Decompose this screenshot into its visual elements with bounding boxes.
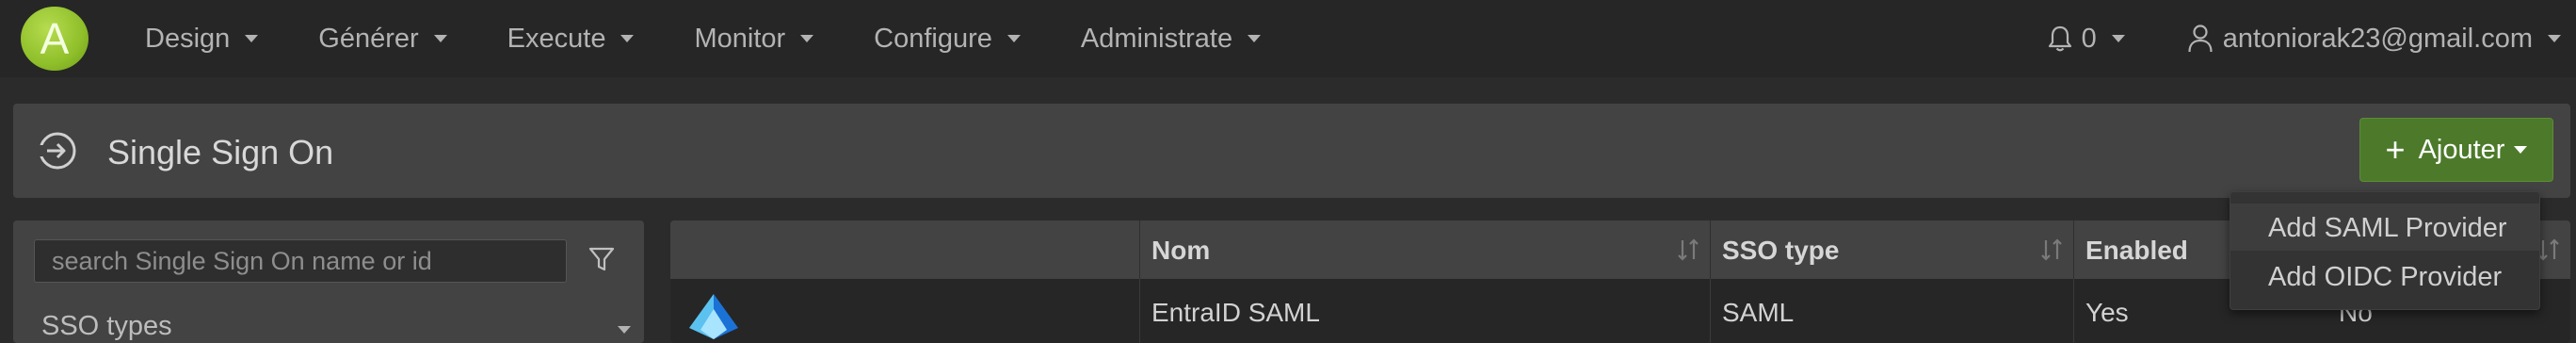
notification-count: 0 bbox=[2081, 23, 2097, 54]
nav-item-monitor[interactable]: Monitor bbox=[694, 23, 814, 55]
chevron-down-icon bbox=[2514, 146, 2528, 154]
nav-item-generer[interactable]: Générer bbox=[318, 23, 447, 55]
sign-in-icon bbox=[38, 132, 76, 170]
chevron-down-icon bbox=[1006, 35, 1021, 42]
sort-icon bbox=[2041, 238, 2062, 261]
user-icon bbox=[2188, 24, 2213, 53]
page-header: Single Sign On + Ajouter bbox=[13, 104, 2570, 198]
plus-icon: + bbox=[2385, 130, 2406, 169]
notifications-menu[interactable]: 0 bbox=[2048, 24, 2125, 55]
menu-item-label: Add OIDC Provider bbox=[2268, 262, 2503, 292]
user-menu[interactable]: antoniorak23@gmail.com bbox=[2187, 24, 2561, 55]
bell-icon bbox=[2048, 25, 2071, 52]
nav-item-execute[interactable]: Execute bbox=[507, 24, 635, 55]
sort-icon bbox=[1678, 238, 1699, 261]
chevron-down-icon bbox=[2548, 35, 2561, 42]
menu-item-add-saml-provider[interactable]: Add SAML Provider bbox=[2230, 204, 2539, 251]
sso-types-filter-label[interactable]: SSO types bbox=[41, 311, 172, 342]
add-button-label: Ajouter bbox=[2418, 134, 2505, 165]
row-sso-type-cell: SAML bbox=[1710, 279, 2073, 343]
column-header-icon bbox=[670, 220, 1139, 279]
entra-id-icon bbox=[689, 294, 738, 339]
user-email: antoniorak23@gmail.com bbox=[2222, 23, 2533, 54]
column-header-label: Nom bbox=[1151, 236, 1211, 265]
chevron-down-icon bbox=[245, 35, 259, 42]
chevron-down-icon bbox=[1248, 35, 1262, 42]
nav-item-label: Execute bbox=[507, 23, 606, 54]
row-icon-cell bbox=[670, 279, 1139, 343]
row-enabled: Yes bbox=[2085, 298, 2129, 327]
chevron-down-icon bbox=[800, 35, 814, 42]
row-name: EntraID SAML bbox=[1151, 298, 1320, 327]
column-header-label: SSO type bbox=[1722, 236, 1840, 265]
add-button[interactable]: + Ajouter bbox=[2359, 118, 2553, 182]
filter-icon[interactable] bbox=[588, 245, 616, 273]
top-navbar: A Design Générer Execute Monitor Configu… bbox=[0, 0, 2576, 77]
filter-panel: SSO types bbox=[13, 220, 644, 343]
row-sso-type: SAML bbox=[1722, 298, 1795, 327]
app-logo[interactable]: A bbox=[21, 7, 89, 71]
navbar-right: 0 antoniorak23@gmail.com bbox=[2048, 0, 2561, 77]
menu-item-add-oidc-provider[interactable]: Add OIDC Provider bbox=[2230, 253, 2539, 300]
nav-item-label: Design bbox=[145, 23, 231, 54]
column-header-sso-type[interactable]: SSO type bbox=[1710, 220, 2073, 279]
chevron-down-icon bbox=[433, 35, 447, 42]
nav-item-label: Configure bbox=[874, 23, 992, 54]
nav-item-configure[interactable]: Configure bbox=[874, 24, 1021, 55]
nav-item-label: Administrate bbox=[1080, 23, 1233, 54]
chevron-down-icon bbox=[2111, 35, 2125, 42]
logo-letter: A bbox=[40, 14, 70, 63]
main-menu: Design Générer Execute Monitor Configure… bbox=[145, 0, 1321, 77]
search-input[interactable] bbox=[34, 239, 567, 283]
nav-item-administrate[interactable]: Administrate bbox=[1080, 23, 1262, 55]
page-title: Single Sign On bbox=[107, 133, 334, 172]
nav-item-design[interactable]: Design bbox=[145, 23, 259, 55]
menu-item-label: Add SAML Provider bbox=[2268, 213, 2507, 243]
nav-item-label: Monitor bbox=[694, 23, 786, 54]
column-header-nom[interactable]: Nom bbox=[1139, 220, 1710, 279]
row-name-cell[interactable]: EntraID SAML bbox=[1139, 279, 1710, 343]
column-header-label: Enabled bbox=[2085, 236, 2188, 265]
chevron-down-icon[interactable] bbox=[618, 326, 631, 334]
add-provider-dropdown: Add SAML Provider Add OIDC Provider bbox=[2230, 191, 2540, 310]
chevron-down-icon bbox=[620, 35, 635, 42]
nav-item-label: Générer bbox=[318, 23, 419, 54]
